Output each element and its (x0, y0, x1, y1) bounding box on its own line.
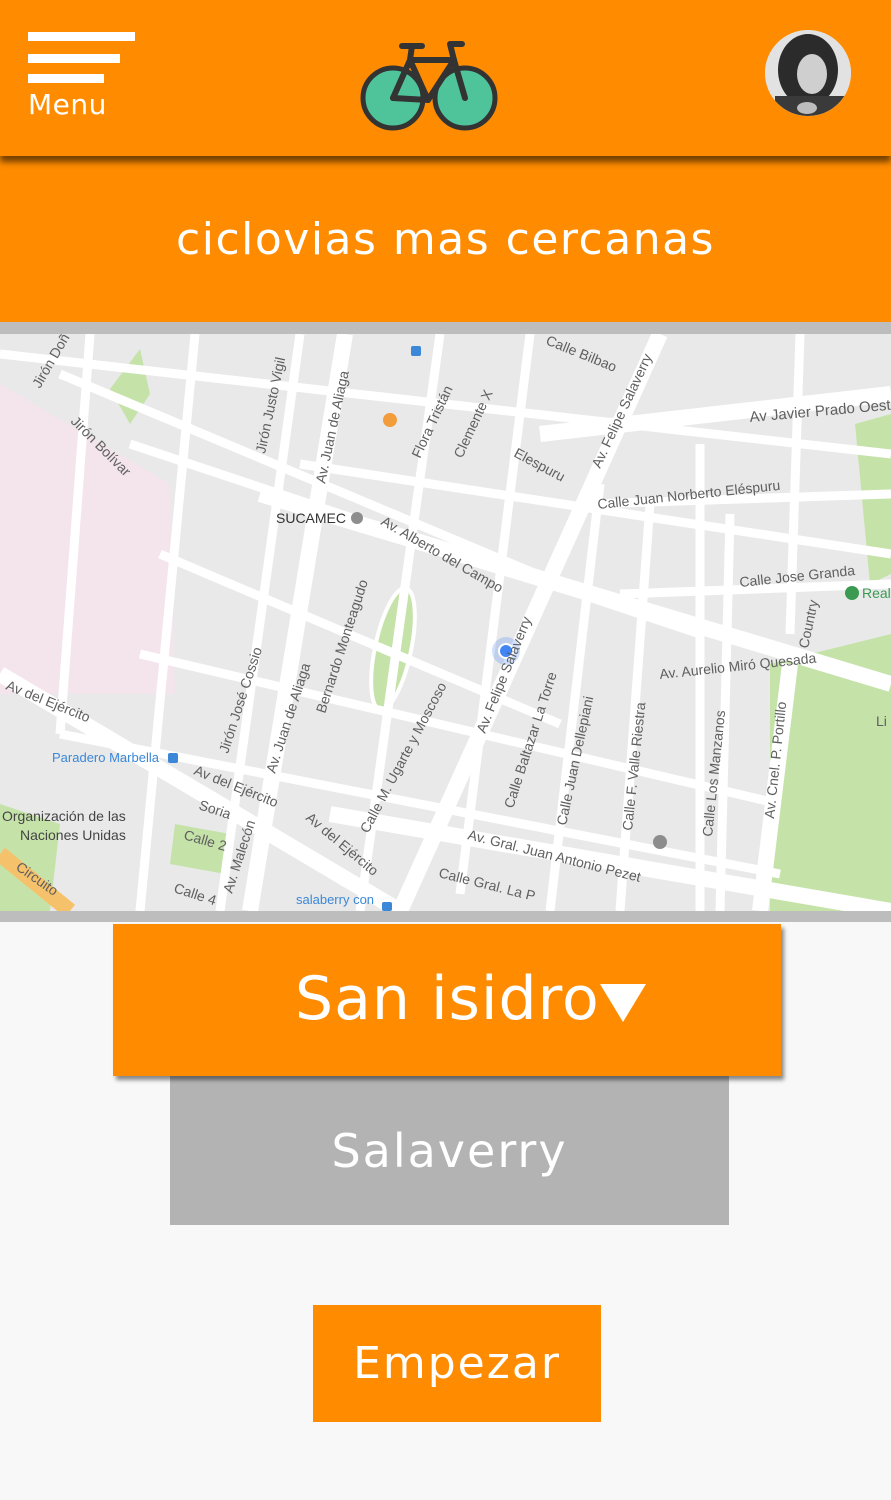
start-button-label: Empezar (353, 1338, 561, 1389)
section-title-band: ciclovias mas cercanas (0, 156, 891, 322)
menu-button[interactable]: Menu (28, 32, 136, 122)
bicycle-icon (360, 41, 498, 131)
bus-stop-icon (168, 753, 178, 763)
map-label: Li (876, 713, 887, 729)
hamburger-icon-bar (28, 74, 104, 83)
map-view[interactable]: Calle Bilbao Av. Felipe Salaverry Av Jav… (0, 334, 891, 911)
hamburger-icon-bar (28, 54, 120, 63)
menu-label: Menu (28, 88, 107, 121)
bus-stop-icon (382, 902, 392, 911)
hamburger-icon-bar (28, 32, 135, 41)
map-place-label: Organización de las (2, 808, 126, 824)
route-option-salaverry[interactable]: Salaverry (170, 1076, 729, 1225)
map-place-label: Paradero Marbella (52, 750, 160, 765)
bus-stop-icon (411, 346, 421, 356)
start-button[interactable]: Empezar (313, 1305, 601, 1422)
map-frame: Calle Bilbao Av. Felipe Salaverry Av Jav… (0, 322, 891, 922)
map-place-label: Real (862, 585, 891, 601)
user-avatar[interactable] (765, 30, 851, 116)
landmark-icon (351, 512, 363, 524)
triangle-down-icon (600, 984, 646, 1022)
restaurant-icon (383, 413, 397, 427)
route-option-label: Salaverry (331, 1123, 568, 1178)
map-place-label: Naciones Unidas (20, 827, 126, 843)
avatar-image (765, 30, 851, 116)
school-icon (653, 835, 667, 849)
park-icon (845, 586, 859, 600)
top-app-bar: Menu (0, 0, 891, 156)
street-map[interactable]: Calle Bilbao Av. Felipe Salaverry Av Jav… (0, 334, 891, 911)
page-title: ciclovias mas cercanas (176, 213, 715, 265)
district-select-value: San isidro (295, 964, 600, 1034)
map-place-label: SUCAMEC (276, 510, 346, 526)
map-place-label: salaberry con (296, 892, 374, 907)
district-select[interactable]: San isidro (113, 924, 781, 1076)
